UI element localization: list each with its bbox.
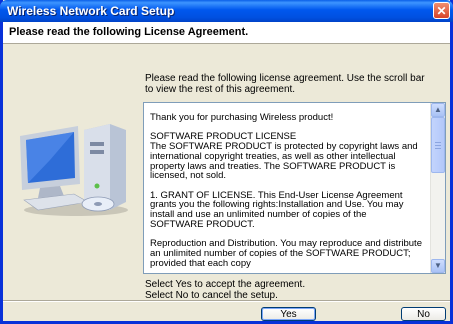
page-title: Please read the following License Agreem…	[9, 26, 249, 38]
scroll-down-button[interactable]: ▼	[431, 259, 445, 273]
window-title: Wireless Network Card Setup	[7, 4, 175, 18]
license-textbox[interactable]: Thank you for purchasing Wireless produc…	[143, 102, 446, 274]
scroll-up-button[interactable]: ▲	[431, 103, 445, 117]
yes-button[interactable]: Yes	[261, 307, 316, 321]
scroll-thumb[interactable]	[431, 117, 445, 173]
accept-instructions: Select Yes to accept the agreement. Sele…	[145, 279, 305, 301]
title-bar[interactable]: Wireless Network Card Setup ✕	[0, 0, 453, 22]
setup-window: Wireless Network Card Setup ✕ Please rea…	[0, 0, 453, 324]
vertical-scrollbar[interactable]: ▲ ▼	[430, 103, 445, 273]
close-button[interactable]: ✕	[433, 2, 450, 19]
header-panel: Please read the following License Agreem…	[3, 22, 450, 44]
accept-instruction-yes: Select Yes to accept the agreement.	[145, 279, 306, 290]
computer-icon	[20, 124, 128, 216]
instructions-text: Please read the following license agreem…	[145, 73, 425, 95]
license-text: Thank you for purchasing Wireless produc…	[150, 112, 422, 269]
button-divider	[3, 300, 450, 302]
no-button[interactable]: No	[401, 307, 446, 321]
